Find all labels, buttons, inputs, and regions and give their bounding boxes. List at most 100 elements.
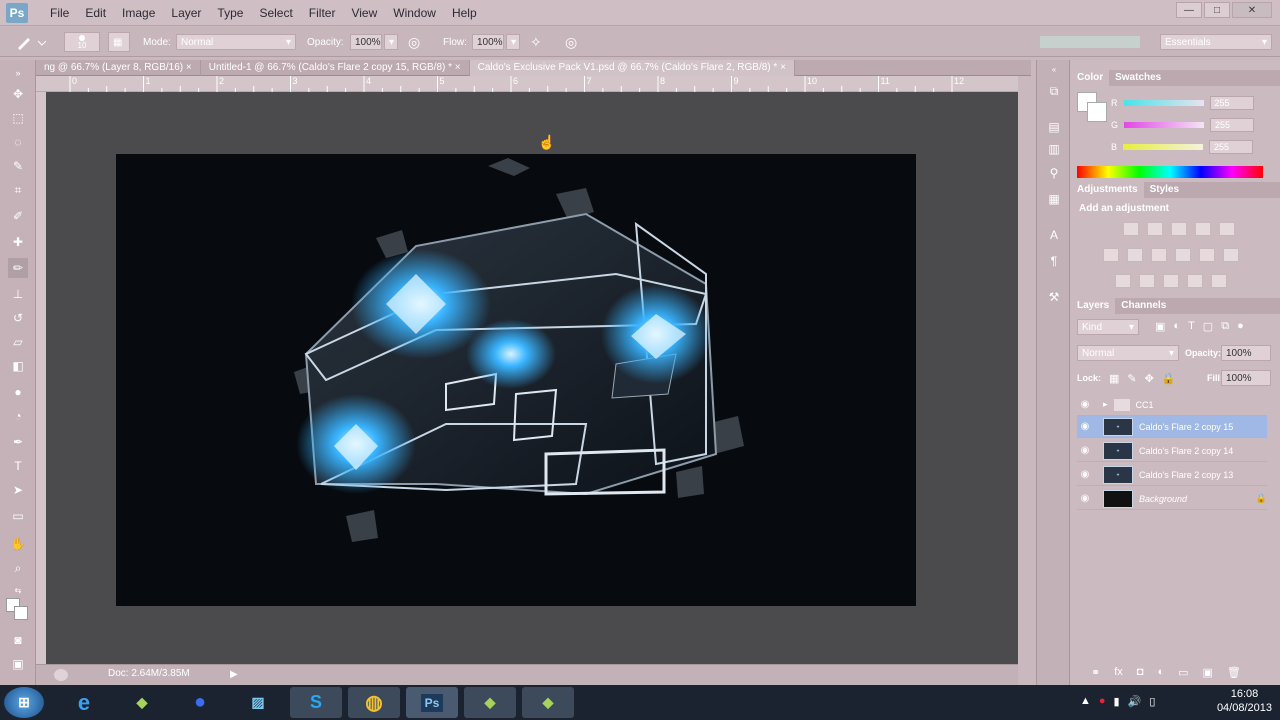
shape-filter-icon[interactable]: ▢	[1203, 320, 1213, 333]
vibrance-icon[interactable]	[1219, 222, 1235, 236]
menu-type[interactable]: Type	[209, 0, 251, 26]
pressure-size-button[interactable]: ◎	[565, 33, 577, 51]
r-value[interactable]: 255	[1209, 96, 1254, 110]
expand-arrow-icon[interactable]: ▸	[1103, 399, 1108, 410]
stamp-tool-icon[interactable]: ⊥	[8, 284, 28, 304]
skype-icon[interactable]: S	[290, 687, 342, 718]
invert-icon[interactable]	[1115, 274, 1131, 288]
menu-filter[interactable]: Filter	[301, 0, 344, 26]
visibility-eye-icon[interactable]: ◉	[1077, 469, 1093, 480]
swap-colors-icon[interactable]: ⇆	[8, 580, 28, 600]
info-panel-icon[interactable]: ▥	[1045, 140, 1063, 158]
move-tool-icon[interactable]: ✥	[8, 84, 28, 104]
start-button[interactable]: ⊞	[4, 687, 44, 718]
g-slider[interactable]	[1124, 122, 1205, 128]
menu-view[interactable]: View	[343, 0, 385, 26]
posterize-icon[interactable]	[1139, 274, 1155, 288]
b-value[interactable]: 255	[1209, 140, 1254, 154]
app-green-icon[interactable]: ◆	[116, 687, 168, 718]
volume-icon[interactable]: 🔊	[1128, 695, 1142, 708]
brush-tool-icon[interactable]: ✏	[8, 258, 28, 278]
pressure-opacity-button[interactable]: ◎	[408, 33, 420, 51]
threshold-icon[interactable]	[1163, 274, 1179, 288]
tray-up-icon[interactable]: ▲	[1080, 695, 1091, 708]
zoom-level-field[interactable]	[54, 669, 68, 681]
doc-tab-1[interactable]: ng @ 66.7% (Layer 8, RGB/16) ×	[36, 60, 201, 76]
pixel-filter-icon[interactable]: ▣	[1155, 320, 1165, 333]
pen-tool-icon[interactable]: ✒	[8, 432, 28, 452]
healing-tool-icon[interactable]: ✚	[8, 232, 28, 252]
menu-file[interactable]: File	[42, 0, 77, 26]
visibility-eye-icon[interactable]: ◉	[1077, 421, 1093, 432]
crop-tool-icon[interactable]: ⌗	[8, 180, 28, 200]
type-tool-icon[interactable]: T	[8, 456, 28, 476]
brush-tool-preset[interactable]	[14, 33, 46, 51]
menu-select[interactable]: Select	[251, 0, 300, 26]
blur-tool-icon[interactable]: ●	[8, 382, 28, 402]
airbrush-button[interactable]: ✧	[530, 33, 542, 51]
app-green-2-icon[interactable]: ◆	[464, 687, 516, 718]
network-icon[interactable]: ▮	[1114, 695, 1120, 708]
visibility-eye-icon[interactable]: ◉	[1077, 445, 1093, 456]
app-green-3-icon[interactable]: ◆	[522, 687, 574, 718]
menu-window[interactable]: Window	[385, 0, 444, 26]
brush-presets-icon[interactable]: ▦	[1045, 190, 1063, 208]
history-panel-icon[interactable]: ⧉	[1045, 82, 1063, 100]
kind-filter[interactable]: Kind ▾	[1077, 319, 1139, 335]
hue-icon[interactable]	[1103, 248, 1119, 262]
bw-icon[interactable]	[1151, 248, 1167, 262]
visibility-eye-icon[interactable]: ◉	[1077, 493, 1093, 504]
shape-tool-icon[interactable]: ▭	[8, 506, 28, 526]
zoom-tool-icon[interactable]: ⌕	[8, 558, 28, 578]
ie-icon[interactable]: e	[58, 687, 110, 718]
eyedropper-tool-icon[interactable]: ✐	[8, 206, 28, 226]
layer-row[interactable]: ◉ ⋆ Caldo's Flare 2 copy 14	[1077, 440, 1267, 462]
maximize-button[interactable]: □	[1204, 2, 1230, 18]
battery-icon[interactable]: ▯	[1149, 695, 1155, 708]
filter-toggle-icon[interactable]: ●	[1237, 320, 1244, 333]
quick-mask-icon[interactable]: ◙	[8, 630, 28, 650]
clock[interactable]: 16:08 04/08/2013	[1217, 687, 1272, 715]
tool-presets-icon[interactable]: ⚒	[1045, 288, 1063, 306]
flow-input[interactable]: 100% ▾	[472, 33, 520, 51]
mixer-icon[interactable]	[1199, 248, 1215, 262]
exposure-icon[interactable]	[1195, 222, 1211, 236]
b-slider[interactable]	[1123, 144, 1204, 150]
path-select-tool-icon[interactable]: ➤	[8, 480, 28, 500]
doc-tab-2[interactable]: Untitled-1 @ 66.7% (Caldo's Flare 2 copy…	[201, 60, 470, 76]
tab-channels[interactable]: Channels	[1115, 298, 1172, 314]
tab-styles[interactable]: Styles	[1144, 182, 1185, 198]
lock-all-icon[interactable]: 🔒	[1162, 372, 1176, 385]
close-button[interactable]: ✕	[1232, 2, 1272, 18]
layer-row[interactable]: ◉ ⋆ Caldo's Flare 2 copy 15	[1077, 416, 1267, 438]
properties-panel-icon[interactable]: ▤	[1045, 118, 1063, 136]
history-brush-tool-icon[interactable]: ↺	[8, 308, 28, 328]
lookup-icon[interactable]	[1223, 248, 1239, 262]
new-group-icon[interactable]: ▭	[1178, 666, 1188, 679]
lock-paint-icon[interactable]: ✎	[1127, 372, 1136, 385]
menu-edit[interactable]: Edit	[77, 0, 114, 26]
blend-mode-select[interactable]: Normal ▾	[1077, 345, 1179, 361]
tab-swatches[interactable]: Swatches	[1109, 70, 1167, 86]
eraser-tool-icon[interactable]: ▱	[8, 332, 28, 352]
color-spectrum[interactable]	[1077, 166, 1263, 178]
link-layers-icon[interactable]: ⚭	[1091, 666, 1100, 679]
fx-icon[interactable]: fx	[1114, 666, 1123, 679]
levels-icon[interactable]	[1147, 222, 1163, 236]
opacity-input[interactable]: 100% ▾	[350, 33, 398, 51]
workspace-select[interactable]: Essentials ▾	[1160, 33, 1272, 51]
tab-layers[interactable]: Layers	[1071, 298, 1116, 314]
trash-icon[interactable]: 🗑	[1227, 666, 1241, 679]
menu-help[interactable]: Help	[444, 0, 485, 26]
lock-position-icon[interactable]: ✥	[1145, 372, 1154, 385]
paragraph-panel-icon[interactable]: ¶	[1045, 252, 1063, 270]
app-blue-icon[interactable]: ●	[174, 687, 226, 718]
new-adjustment-icon[interactable]: ◐	[1157, 666, 1164, 679]
brush-size-picker[interactable]: 10	[64, 32, 100, 52]
hand-tool-icon[interactable]: ✋	[8, 534, 28, 554]
selective-color-icon[interactable]	[1211, 274, 1227, 288]
collapse-icon[interactable]: «	[1045, 64, 1063, 74]
smart-filter-icon[interactable]: ⧉	[1221, 320, 1229, 333]
doc-tab-3[interactable]: Caldo's Exclusive Pack V1.psd @ 66.7% (C…	[469, 60, 795, 76]
visibility-eye-icon[interactable]: ◉	[1077, 399, 1093, 410]
